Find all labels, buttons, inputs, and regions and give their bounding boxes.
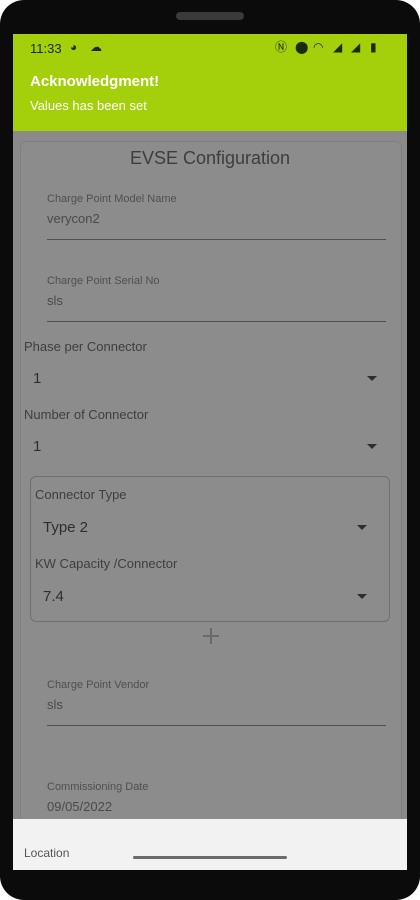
- kw-capacity-label: KW Capacity /Connector: [35, 556, 178, 571]
- model-name-underline: [47, 239, 386, 240]
- serial-no-underline: [47, 321, 386, 322]
- serial-no-label: Charge Point Serial No: [47, 275, 160, 287]
- chevron-down-icon[interactable]: [357, 525, 367, 530]
- model-name-input[interactable]: verycon2: [47, 211, 100, 226]
- location-icon: ⬤: [295, 40, 309, 54]
- screen: 11:33 ◕ ☁ Ⓝ ⬤ ◠ ◢ ◢ ▮ Acknowledgment! Va…: [13, 34, 407, 870]
- status-bar: 11:33 ◕ ☁ Ⓝ ⬤ ◠ ◢ ◢ ▮: [13, 34, 407, 62]
- chevron-down-icon[interactable]: [357, 594, 367, 599]
- notification-title: Acknowledgment!: [30, 73, 160, 90]
- location-label: Location: [24, 846, 70, 860]
- notification-message: Values has been set: [30, 98, 147, 113]
- kw-capacity-select[interactable]: 7.4: [43, 588, 64, 605]
- page-title: EVSE Configuration: [129, 148, 291, 168]
- navigation-area: [13, 819, 407, 870]
- phase-label: Phase per Connector: [24, 339, 147, 354]
- serial-no-input[interactable]: sls: [47, 293, 63, 308]
- model-name-label: Charge Point Model Name: [47, 193, 177, 205]
- app-icon: ◕: [70, 40, 78, 54]
- connector-type-label: Connector Type: [35, 487, 127, 502]
- vendor-label: Charge Point Vendor: [47, 679, 150, 691]
- battery-icon: ▮: [370, 40, 377, 54]
- vendor-underline: [47, 725, 386, 726]
- phase-select[interactable]: 1: [33, 370, 41, 387]
- notification-banner[interactable]: 11:33 ◕ ☁ Ⓝ ⬤ ◠ ◢ ◢ ▮ Acknowledgment! Va…: [13, 34, 407, 131]
- num-connector-label: Number of Connector: [24, 407, 149, 422]
- home-gesture-bar[interactable]: [133, 856, 287, 859]
- nfc-icon: Ⓝ: [275, 40, 288, 54]
- num-connector-select[interactable]: 1: [33, 438, 41, 455]
- wifi-icon: ◠: [313, 40, 324, 54]
- speaker-notch: [176, 12, 244, 20]
- chevron-down-icon[interactable]: [367, 444, 377, 449]
- cloud-icon: ☁: [90, 40, 102, 54]
- connector-type-select[interactable]: Type 2: [43, 519, 88, 536]
- signal-icon: ◢: [351, 40, 361, 54]
- phone-frame: 11:33 ◕ ☁ Ⓝ ⬤ ◠ ◢ ◢ ▮ Acknowledgment! Va…: [0, 0, 420, 900]
- chevron-down-icon[interactable]: [367, 376, 377, 381]
- status-time: 11:33: [30, 41, 62, 56]
- signal-icon: ◢: [333, 40, 343, 54]
- commission-date-label: Commissioning Date: [47, 781, 149, 793]
- evse-configuration-content: EVSE Configuration Charge Point Model Na…: [13, 131, 407, 870]
- vendor-input[interactable]: sls: [47, 697, 63, 712]
- add-connector-icon[interactable]: [201, 626, 221, 646]
- commission-date-input[interactable]: 09/05/2022: [47, 799, 112, 814]
